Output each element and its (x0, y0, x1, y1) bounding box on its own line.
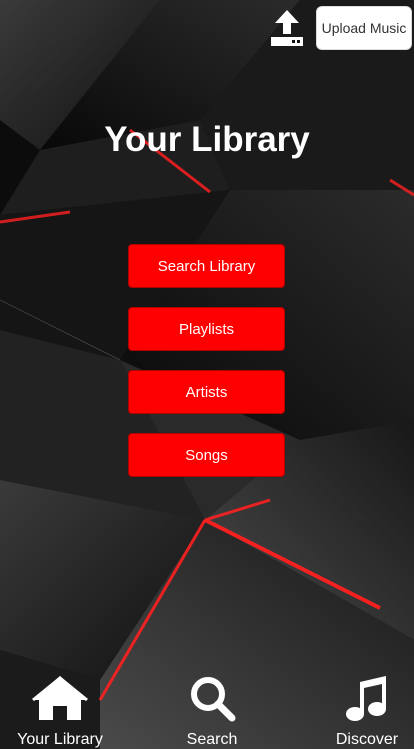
nav-label-your-library: Your Library (17, 731, 103, 748)
library-menu: Search Library Playlists Artists Songs (128, 244, 285, 496)
music-note-icon (344, 674, 390, 727)
page-title: Your Library (104, 120, 310, 159)
search-library-button[interactable]: Search Library (128, 244, 285, 288)
playlists-button[interactable]: Playlists (128, 307, 285, 351)
songs-button[interactable]: Songs (128, 433, 285, 477)
nav-label-search: Search (186, 731, 238, 748)
artists-button[interactable]: Artists (128, 370, 285, 414)
home-icon (31, 674, 89, 727)
nav-item-discover[interactable]: Discover (307, 670, 414, 749)
search-icon (188, 674, 236, 727)
app-screen: Upload Music Your Library Search Library… (0, 0, 414, 749)
bottom-nav: Your Library Search Discover (0, 670, 414, 749)
nav-item-your-library[interactable]: Your Library (0, 670, 120, 749)
upload-music-button[interactable]: Upload Music (316, 6, 412, 50)
upload-tray-icon[interactable] (268, 8, 306, 48)
nav-label-discover: Discover (335, 731, 399, 748)
nav-item-search[interactable]: Search (152, 670, 272, 749)
